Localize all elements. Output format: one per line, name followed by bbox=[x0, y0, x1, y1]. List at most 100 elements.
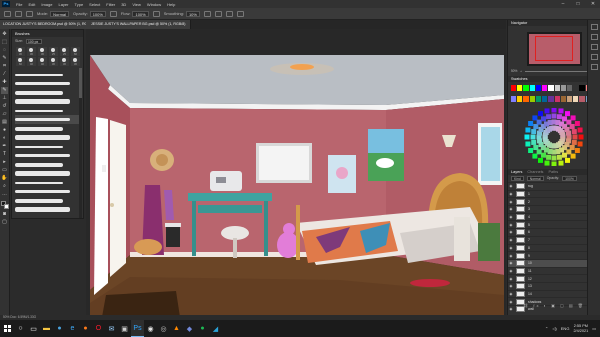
blend-mode-select[interactable]: Normal bbox=[526, 176, 544, 181]
brush-stroke-preview[interactable] bbox=[15, 160, 80, 169]
edge-icon[interactable]: e bbox=[66, 320, 79, 337]
color-swatches[interactable] bbox=[0, 201, 9, 210]
obs-icon[interactable]: ◉ bbox=[144, 320, 157, 337]
canvas-area[interactable] bbox=[86, 29, 506, 317]
brush-stroke-preview[interactable] bbox=[15, 106, 80, 115]
scrollbar-thumb[interactable] bbox=[79, 68, 82, 98]
eye-icon[interactable]: ◉ bbox=[508, 192, 514, 196]
menu-layer[interactable]: Layer bbox=[55, 2, 71, 7]
color-swatch[interactable] bbox=[554, 85, 560, 91]
color-swatch[interactable] bbox=[523, 95, 529, 102]
quick-select-tool-icon[interactable]: ✎ bbox=[1, 55, 8, 62]
eye-icon[interactable]: ◉ bbox=[508, 292, 514, 296]
navigator-preview[interactable] bbox=[527, 32, 582, 66]
color-swatch[interactable] bbox=[517, 95, 523, 102]
document-tab-wallpaper[interactable]: JESSIE JUSTY'S WALLPAPER BG.psd @ 50% (1… bbox=[86, 20, 192, 29]
clock[interactable]: 2:55 PM 2/4/2021 bbox=[573, 324, 588, 334]
swatches-title[interactable]: Swatches bbox=[511, 76, 527, 82]
adjustments-icon[interactable] bbox=[591, 44, 598, 50]
background-color[interactable] bbox=[3, 204, 9, 209]
color-swatch[interactable] bbox=[523, 85, 529, 91]
opera-icon[interactable]: O bbox=[92, 320, 105, 337]
task-view-icon[interactable]: ▭ bbox=[27, 320, 40, 337]
eye-icon[interactable]: ◉ bbox=[508, 215, 514, 219]
brush-stroke-preview[interactable] bbox=[15, 187, 80, 196]
eyedropper-tool-icon[interactable]: ⁄ bbox=[1, 71, 8, 78]
history-icon[interactable] bbox=[591, 24, 598, 30]
gear-icon[interactable] bbox=[203, 10, 211, 17]
volume-icon[interactable]: ◁) bbox=[552, 326, 556, 331]
color-swatch[interactable] bbox=[573, 95, 579, 102]
eye-icon[interactable]: ◉ bbox=[508, 284, 514, 288]
color-swatch[interactable] bbox=[542, 95, 548, 102]
brush-stroke-preview[interactable] bbox=[15, 151, 80, 160]
move-tool-icon[interactable]: ✥ bbox=[1, 31, 8, 38]
color-swatch[interactable] bbox=[517, 85, 523, 91]
color-swatch[interactable] bbox=[535, 85, 542, 91]
shape-tool-icon[interactable]: ▭ bbox=[1, 167, 8, 174]
eye-icon[interactable]: ◉ bbox=[508, 200, 514, 204]
close-icon[interactable]: ✕ bbox=[586, 0, 600, 8]
brush-panel-scrollbar[interactable] bbox=[79, 68, 82, 218]
eye-icon[interactable]: ◉ bbox=[508, 230, 514, 234]
brush-size-input[interactable]: 100 px bbox=[26, 38, 42, 44]
angle-icon[interactable] bbox=[214, 10, 222, 17]
path-select-tool-icon[interactable]: ▸ bbox=[1, 159, 8, 166]
more-tools-icon[interactable]: … bbox=[1, 191, 8, 198]
layer-opacity-input[interactable]: 100% bbox=[562, 176, 577, 181]
menu-window[interactable]: Window bbox=[144, 2, 164, 7]
opacity-input[interactable]: 100% bbox=[89, 10, 106, 17]
brush-preset[interactable]: 40 bbox=[38, 57, 47, 66]
flow-input[interactable]: 100% bbox=[132, 10, 149, 17]
color-swatch[interactable] bbox=[529, 95, 535, 102]
layers-tab[interactable]: Layers bbox=[511, 169, 522, 175]
discord-icon[interactable]: ◆ bbox=[183, 320, 196, 337]
chrome-icon[interactable]: ● bbox=[53, 320, 66, 337]
eye-icon[interactable]: ◉ bbox=[508, 269, 514, 273]
color-swatch[interactable] bbox=[511, 95, 517, 102]
brush-stroke-preview[interactable] bbox=[15, 142, 80, 151]
clone-stamp-tool-icon[interactable]: ⊥ bbox=[1, 95, 8, 102]
menu-filter[interactable]: Filter bbox=[103, 2, 118, 7]
brush-tool-icon[interactable] bbox=[15, 10, 22, 17]
menu-image[interactable]: Image bbox=[38, 2, 55, 7]
color-swatch[interactable] bbox=[566, 95, 573, 102]
photoshop-icon[interactable]: Ps bbox=[131, 320, 144, 337]
brush-preset[interactable]: 25 bbox=[49, 47, 58, 56]
hand-tool-icon[interactable]: ✋ bbox=[1, 175, 8, 182]
brush-preset-picker-icon[interactable] bbox=[26, 10, 33, 17]
navigator-zoom-value[interactable]: 50% bbox=[511, 69, 517, 73]
airbrush-icon[interactable] bbox=[152, 10, 160, 17]
layer-kind-select[interactable]: Kind bbox=[511, 176, 524, 181]
mail-icon[interactable]: ✉ bbox=[105, 320, 118, 337]
marquee-tool-icon[interactable]: ⬚ bbox=[1, 39, 8, 46]
brush-preset[interactable]: 25 bbox=[60, 47, 69, 56]
color-swatch[interactable] bbox=[511, 85, 517, 91]
navigator-view-box[interactable] bbox=[535, 36, 573, 61]
home-icon[interactable] bbox=[4, 10, 11, 17]
vlc-icon[interactable]: ▲ bbox=[170, 320, 183, 337]
eye-icon[interactable]: ◉ bbox=[508, 238, 514, 242]
smoothing-input[interactable]: 10% bbox=[185, 10, 200, 17]
pen-tool-icon[interactable]: ✒ bbox=[1, 143, 8, 150]
mode-select[interactable]: Normal bbox=[50, 10, 70, 17]
brush-stroke-preview[interactable] bbox=[15, 97, 80, 106]
eye-icon[interactable]: ◉ bbox=[508, 246, 514, 250]
type-tool-icon[interactable]: T bbox=[1, 151, 8, 158]
eye-icon[interactable]: ◉ bbox=[508, 261, 514, 265]
eye-icon[interactable]: ◉ bbox=[508, 277, 514, 281]
menu-edit[interactable]: Edit bbox=[25, 2, 38, 7]
dodge-tool-icon[interactable]: ◐ bbox=[1, 135, 8, 142]
brush-stroke-preview[interactable] bbox=[15, 205, 80, 214]
color-swatch[interactable] bbox=[529, 85, 535, 91]
file-explorer-icon[interactable]: ▬ bbox=[40, 320, 53, 337]
brush-preset[interactable]: 60 bbox=[71, 47, 80, 56]
eraser-tool-icon[interactable]: ▱ bbox=[1, 111, 8, 118]
navigator-zoom-slider[interactable] bbox=[525, 70, 591, 72]
eye-icon[interactable]: ◉ bbox=[508, 207, 514, 211]
brush-preset[interactable]: 30 bbox=[38, 47, 47, 56]
steam-icon[interactable]: ◎ bbox=[157, 320, 170, 337]
network-icon[interactable]: ⌃ bbox=[545, 326, 548, 331]
brush-preset[interactable]: 30 bbox=[60, 57, 69, 66]
brush-preset[interactable]: 40 bbox=[27, 57, 36, 66]
